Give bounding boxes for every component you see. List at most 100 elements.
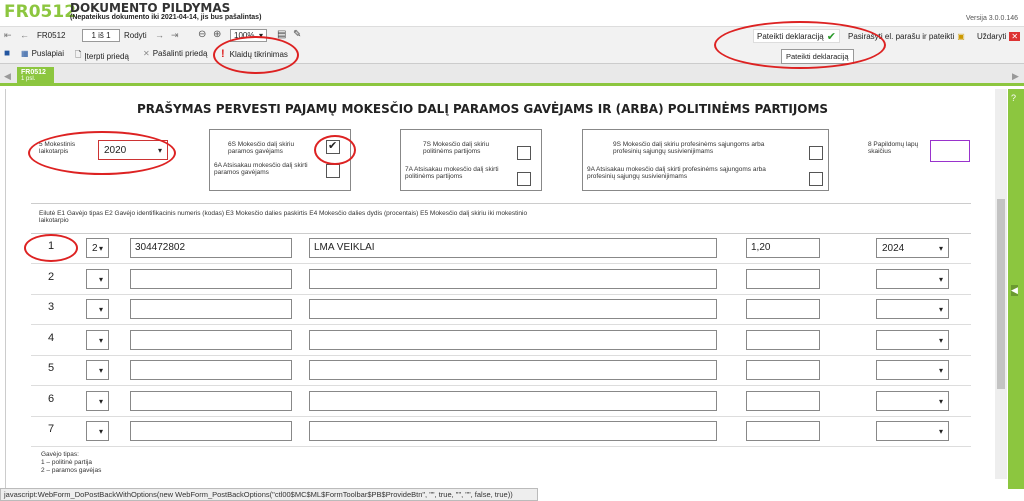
purpose-input[interactable] [309,391,717,411]
chevron-down-icon: ▾ [938,396,943,406]
chevron-down-icon: ▾ [98,396,103,406]
purpose-input[interactable] [309,421,717,441]
row-divider [31,324,971,325]
purpose-input[interactable] [309,269,717,289]
recipient-type-select[interactable]: ▾ [86,330,109,350]
until-year-select[interactable]: ▾ [876,421,949,441]
extra-pages-label: 8 Papildomų lapų skaičius [868,141,919,156]
checkbox-7s[interactable] [517,146,531,160]
percent-input[interactable]: 1,20 [746,238,820,258]
group-9: 9S Mokesčio dalį skiriu profesinėms sąju… [582,129,829,191]
tabs-left-arrow-icon[interactable]: ◀ [4,71,11,82]
close-icon: ✕ [1009,31,1021,41]
zoom-out-icon[interactable]: ⊖ [198,29,206,40]
percent-input[interactable] [746,391,820,411]
recipient-code-input[interactable] [130,421,292,441]
recipient-type-select[interactable]: ▾ [86,360,109,380]
recipient-code-input[interactable] [130,299,292,319]
edit-icon[interactable]: ✎ [293,29,301,40]
percent-input[interactable] [746,330,820,350]
chevron-down-icon: ▾ [938,335,943,345]
label-7s: 7S Mokesčio dalį skiriu politinėms parti… [423,141,490,156]
percent-input[interactable] [746,360,820,380]
until-year-select[interactable]: ▾ [876,269,949,289]
chevron-down-icon: ▾ [98,274,103,284]
show-button[interactable]: Rodyti [124,31,147,40]
vertical-scrollbar[interactable] [995,89,1007,479]
prev-page-icon[interactable]: ← [20,30,29,40]
percent-input[interactable] [746,299,820,319]
legend-1: 1 – politinė partija [41,459,92,466]
close-label: Uždaryti [977,31,1007,41]
tabs-bar: ◀ FR0512 1 psl. ▶ [0,64,1024,86]
form-label: FR0512 [37,31,66,40]
row-divider [31,446,971,447]
purpose-input[interactable] [309,360,717,380]
page-input[interactable]: 1 iš 1 [82,29,120,42]
help-icon[interactable]: ? [1011,93,1016,103]
row-number: 4 [48,332,55,344]
annotation-circle-period [28,131,176,175]
until-year-select[interactable]: ▾ [876,360,949,380]
recipient-code-input[interactable] [130,330,292,350]
recipient-type-select[interactable]: ▾ [86,269,109,289]
collapse-panel-icon[interactable]: ◀ [1011,285,1018,296]
chevron-down-icon: ▾ [938,304,943,314]
pages-button[interactable]: ▦ Puslapiai [21,49,64,58]
recipient-type-select[interactable]: ▾ [86,421,109,441]
insert-attachment-button[interactable]: 🗋 Įterpti priedą [75,49,129,63]
recipient-type-select[interactable]: ▾ [86,299,109,319]
remove-icon: ✕ [143,49,150,58]
row-number: 3 [48,301,55,313]
tab-fr0512[interactable]: FR0512 1 psl. [17,67,54,86]
row-divider [31,416,971,417]
recipient-type-value: 2 [92,242,98,254]
row-number: 7 [48,423,55,435]
scrollbar-thumb[interactable] [997,199,1005,389]
purpose-input[interactable] [309,330,717,350]
until-year-select[interactable]: ▾ [876,330,949,350]
remove-attachment-button[interactable]: ✕ Pašalinti priedą [143,49,207,58]
extra-pages-input[interactable] [930,140,970,162]
until-year-select[interactable]: ▾ [876,391,949,411]
annotation-circle-error-check [213,36,299,74]
until-year-select[interactable]: ▾ [876,299,949,319]
chevron-down-icon: ▾ [938,274,943,284]
checkbox-9s[interactable] [809,146,823,160]
checkbox-6a[interactable] [326,164,340,178]
recipient-type-select[interactable]: 2 ▾ [86,238,109,258]
pages-icon: ▦ [21,49,29,58]
save-icon[interactable]: ■ [4,48,10,59]
last-page-icon[interactable]: ⇥ [171,30,179,41]
pages-label: Puslapiai [31,49,65,58]
recipient-code-input[interactable] [130,391,292,411]
close-button[interactable]: Uždaryti ✕ [974,29,1023,43]
divider [31,203,971,204]
recipient-code-input[interactable] [130,360,292,380]
row-divider [31,263,971,264]
chevron-down-icon: ▾ [98,335,103,345]
app-header: FR0512 DOKUMENTO PILDYMAS (Nepateikus do… [0,0,1024,26]
label-9s: 9S Mokesčio dalį skiriu profesinėms sąju… [613,141,765,156]
form-code: FR0512 [4,2,77,22]
annotation-circle-submit [714,21,886,69]
recipient-code-input[interactable] [130,269,292,289]
checkbox-9a[interactable] [809,172,823,186]
annotation-circle-6s [314,135,356,165]
percent-input[interactable] [746,421,820,441]
until-year-select[interactable]: 2024 ▾ [876,238,949,258]
chevron-down-icon: ▾ [98,243,103,253]
zoom-in-icon[interactable]: ⊕ [213,29,221,40]
recipient-code-input[interactable]: 304472802 [130,238,292,258]
until-year-value: 2024 [882,242,905,254]
percent-input[interactable] [746,269,820,289]
columns-header: Eilutė E1 Gavėjo tipas E2 Gavėjo identif… [39,210,528,225]
purpose-input[interactable] [309,299,717,319]
tab-sublabel: 1 psl. [21,76,36,82]
first-page-icon[interactable]: ⇤ [4,30,12,41]
purpose-input[interactable]: LMA VEIKLAI [309,238,717,258]
next-page-icon[interactable]: → [155,30,164,40]
checkbox-7a[interactable] [517,172,531,186]
recipient-type-select[interactable]: ▾ [86,391,109,411]
tabs-right-arrow-icon[interactable]: ▶ [1012,71,1019,82]
